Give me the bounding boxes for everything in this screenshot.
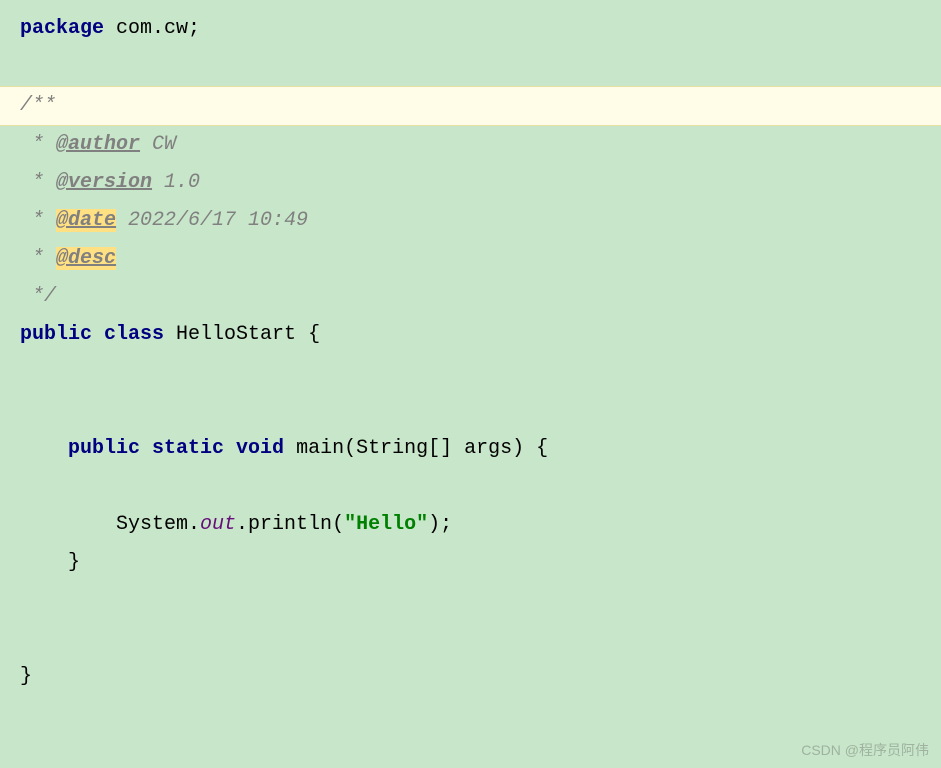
keyword-package: package [20, 17, 104, 40]
code-line-empty [0, 392, 941, 430]
class-name: HelloStart [164, 323, 308, 346]
javadoc-star: * [20, 247, 56, 270]
keyword-static: static [140, 437, 224, 460]
javadoc-desc-tag: @desc [56, 247, 116, 270]
javadoc-star: * [20, 209, 56, 232]
javadoc-star: * [20, 171, 56, 194]
param-name: args [452, 437, 512, 460]
code-line-author: * @author CW [0, 126, 941, 164]
javadoc-author-tag: @author [56, 133, 140, 156]
code-line-empty [0, 468, 941, 506]
method-name: main [284, 437, 344, 460]
code-line-empty [0, 620, 941, 658]
out-field: out [200, 513, 236, 536]
close-brace: } [20, 665, 32, 688]
println-method: .println( [236, 513, 344, 536]
javadoc-version-value: 1.0 [152, 171, 200, 194]
open-brace: { [308, 323, 320, 346]
javadoc-open: /** [20, 94, 56, 117]
keyword-public: public [20, 323, 92, 346]
watermark: CSDN @程序员阿伟 [801, 740, 929, 760]
javadoc-version-tag: @version [56, 171, 152, 194]
code-editor[interactable]: package com.cw; /** * @author CW * @vers… [0, 0, 941, 706]
code-line-class-decl: public class HelloStart { [0, 316, 941, 354]
javadoc-star: * [20, 133, 56, 156]
code-line-println: System.out.println("Hello"); [0, 506, 941, 544]
javadoc-date-value: 2022/6/17 10:49 [116, 209, 308, 232]
code-line-empty [0, 48, 941, 86]
code-line-javadoc-close: */ [0, 278, 941, 316]
keyword-public: public [68, 437, 140, 460]
code-line-version: * @version 1.0 [0, 164, 941, 202]
code-line-javadoc-open: /** [0, 86, 941, 126]
code-line-method-close: } [0, 544, 941, 582]
open-brace: { [536, 437, 548, 460]
javadoc-date-tag: @date [56, 209, 116, 232]
code-line-empty [0, 354, 941, 392]
code-line-package: package com.cw; [0, 10, 941, 48]
keyword-class: class [92, 323, 164, 346]
system-class: System. [116, 513, 200, 536]
paren-open: ( [344, 437, 356, 460]
paren-close: ) [512, 437, 536, 460]
code-line-desc: * @desc [0, 240, 941, 278]
package-name: com.cw; [104, 17, 200, 40]
code-line-date: * @date 2022/6/17 10:49 [0, 202, 941, 240]
keyword-void: void [224, 437, 284, 460]
string-literal: "Hello" [344, 513, 428, 536]
javadoc-close: */ [20, 285, 56, 308]
code-line-class-close: } [0, 658, 941, 696]
code-line-empty [0, 582, 941, 620]
code-line-method-decl: public static void main(String[] args) { [0, 430, 941, 468]
stmt-end: ); [428, 513, 452, 536]
param-type: String[] [356, 437, 452, 460]
javadoc-author-value: CW [140, 133, 176, 156]
close-brace: } [68, 551, 80, 574]
